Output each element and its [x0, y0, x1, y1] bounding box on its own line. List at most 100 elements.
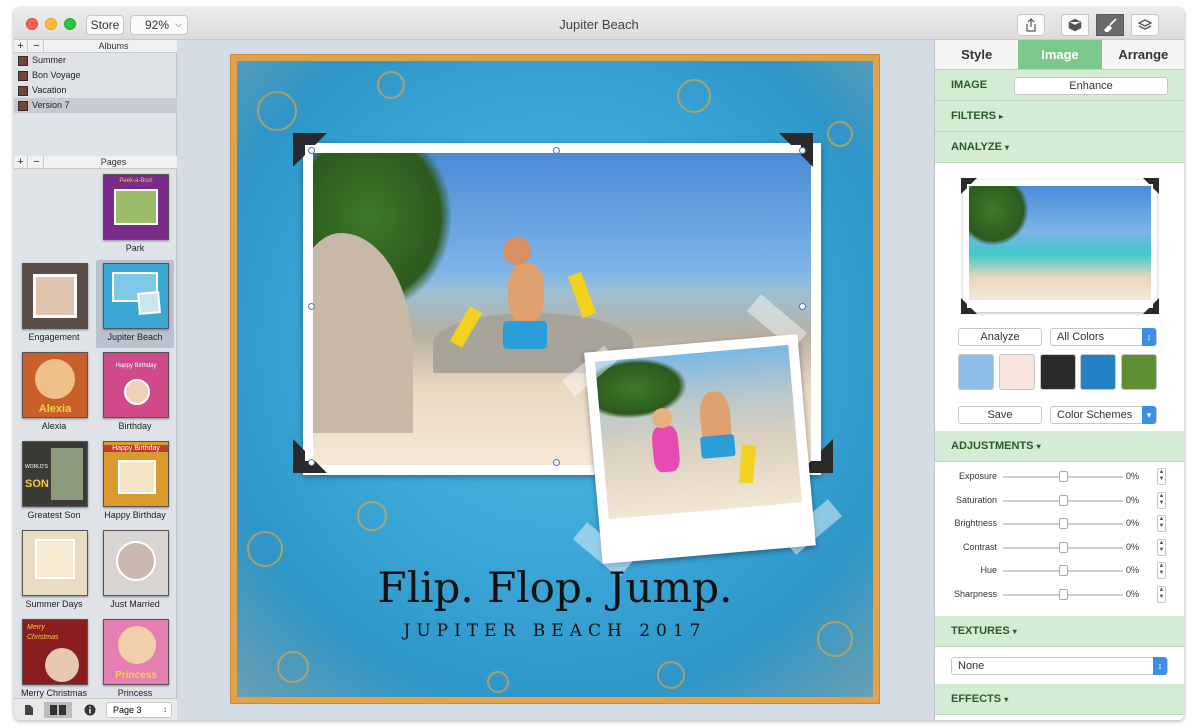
page-thumb-greatest-son[interactable]: WORLD'S SON: [22, 441, 88, 507]
filters-section[interactable]: FILTERS ▸: [935, 101, 1184, 132]
resize-handle[interactable]: [799, 303, 806, 310]
page-thumb-happy-birthday[interactable]: Happy Birthday: [103, 441, 169, 507]
store-button[interactable]: Store: [86, 15, 124, 35]
page-thumb-merry-christmas[interactable]: Merry Christmas: [22, 619, 88, 685]
slider-knob[interactable]: [1059, 495, 1068, 506]
disclosure-right-icon: ▸: [999, 112, 1004, 121]
album-item-bon-voyage[interactable]: Bon Voyage: [14, 68, 177, 83]
single-page-view-button[interactable]: [18, 702, 40, 718]
color-schemes-select[interactable]: Color Schemes ▾: [1050, 406, 1157, 424]
slider-knob[interactable]: [1059, 471, 1068, 482]
add-page-button[interactable]: +: [14, 156, 28, 168]
stepper-icon[interactable]: ▲ ▼: [1157, 468, 1166, 485]
zoom-select[interactable]: 92% ⌵: [130, 15, 188, 35]
title-bar: Store 92% ⌵ Jupiter Beach: [14, 8, 1184, 40]
adjustment-value[interactable]: 0%: [1113, 565, 1139, 575]
analyze-button[interactable]: Analyze: [958, 328, 1042, 346]
stepper-icon[interactable]: ▲ ▼: [1157, 586, 1166, 603]
textures-section[interactable]: TEXTURES ▾: [935, 616, 1184, 647]
stepper-icon[interactable]: ▲ ▼: [1157, 562, 1166, 579]
analyze-section[interactable]: ANALYZE ▾: [935, 132, 1184, 163]
adjustment-value[interactable]: 0%: [1113, 589, 1139, 599]
textures-section-label: TEXTURES: [951, 625, 1010, 637]
stepper-icon[interactable]: ▲ ▼: [1157, 515, 1166, 532]
tab-image[interactable]: Image: [1018, 40, 1102, 69]
spread-view-button[interactable]: [44, 702, 72, 718]
page-thumb-summer-days[interactable]: [22, 530, 88, 596]
page-headline[interactable]: Flip. Flop. Jump.: [237, 563, 873, 612]
resize-handle[interactable]: [553, 459, 560, 466]
resize-handle[interactable]: [308, 459, 315, 466]
page-thumb-jupiter-beach[interactable]: [103, 263, 169, 329]
zoom-window-button[interactable]: [64, 18, 76, 30]
disclosure-down-icon: ▾: [1036, 442, 1041, 451]
tab-arrange[interactable]: Arrange: [1101, 40, 1184, 69]
stepper-icon[interactable]: ▲ ▼: [1157, 539, 1166, 556]
swirl-decoration: [257, 91, 297, 131]
page-subheadline[interactable]: JUPITER BEACH 2017: [237, 621, 873, 641]
color-swatch-1[interactable]: [958, 354, 994, 390]
spread-icon: [50, 705, 66, 715]
color-swatch-2[interactable]: [999, 354, 1035, 390]
swirl-decoration: [827, 121, 853, 147]
page-selector[interactable]: Page 3 ↕: [106, 702, 172, 718]
texture-select[interactable]: None ↕: [951, 657, 1168, 675]
son-top-text: WORLD'S: [25, 464, 48, 470]
slider-knob[interactable]: [1059, 518, 1068, 529]
slider-knob[interactable]: [1059, 589, 1068, 600]
share-button[interactable]: [1017, 14, 1045, 36]
color-swatch-3[interactable]: [1040, 354, 1076, 390]
add-album-button[interactable]: +: [14, 40, 28, 52]
info-icon: [84, 704, 96, 716]
park-thumb-text: Peek-a-Boo!: [119, 178, 153, 184]
slider-knob[interactable]: [1059, 565, 1068, 576]
adjustment-row-exposure: Exposure 0% ▲ ▼: [935, 466, 1184, 490]
scrapbook-page[interactable]: Flip. Flop. Jump. JUPITER BEACH 2017: [231, 55, 879, 703]
adjustment-value[interactable]: 0%: [1113, 542, 1139, 552]
sidebar-bottom-bar: Page 3 ↕: [14, 698, 177, 720]
color-swatch-4[interactable]: [1080, 354, 1116, 390]
album-item-version-7[interactable]: Version 7: [14, 98, 177, 113]
page-thumb-engagement[interactable]: [22, 263, 88, 329]
stepper-icon[interactable]: ▲ ▼: [1157, 492, 1166, 509]
format-button[interactable]: [1096, 14, 1124, 36]
page-thumb-park[interactable]: Peek-a-Boo!: [103, 174, 169, 240]
adjustments-section[interactable]: ADJUSTMENTS ▾: [935, 431, 1184, 462]
page-label: Summer Days: [25, 599, 83, 609]
album-label: Summer: [32, 55, 67, 65]
resize-handle[interactable]: [799, 147, 806, 154]
adjustment-value[interactable]: 0%: [1113, 495, 1139, 505]
page-thumb-princess[interactable]: Princess: [103, 619, 169, 685]
adjustment-value[interactable]: 0%: [1113, 518, 1139, 528]
page-label: Engagement: [28, 332, 80, 342]
save-button[interactable]: Save: [958, 406, 1042, 424]
adjustment-label: Brightness: [954, 518, 997, 528]
secondary-photo-frame[interactable]: [584, 334, 816, 564]
preview-corner: [1143, 178, 1159, 194]
info-button[interactable]: [80, 702, 100, 718]
page-thumb-just-married[interactable]: [103, 530, 169, 596]
enhance-button[interactable]: Enhance: [1014, 77, 1168, 95]
layers-button[interactable]: [1131, 14, 1159, 36]
resize-handle[interactable]: [308, 147, 315, 154]
page-thumb-birthday[interactable]: Happy Birthday: [103, 352, 169, 418]
order-button[interactable]: [1061, 14, 1089, 36]
page-label: Just Married: [110, 599, 160, 609]
minimize-window-button[interactable]: [45, 18, 57, 30]
remove-album-button[interactable]: −: [30, 40, 44, 52]
remove-page-button[interactable]: −: [30, 156, 44, 168]
slider-knob[interactable]: [1059, 542, 1068, 553]
color-swatch-5[interactable]: [1121, 354, 1157, 390]
princess-thumb-text: Princess: [115, 670, 157, 681]
resize-handle[interactable]: [308, 303, 315, 310]
album-item-summer[interactable]: Summer: [14, 53, 177, 68]
resize-handle[interactable]: [553, 147, 560, 154]
adjustment-value[interactable]: 0%: [1113, 471, 1139, 481]
album-item-vacation[interactable]: Vacation: [14, 83, 177, 98]
page-thumb-alexia[interactable]: Alexia: [22, 352, 88, 418]
colors-select[interactable]: All Colors ↕: [1050, 328, 1157, 346]
adjustment-row-saturation: Saturation 0% ▲ ▼: [935, 490, 1184, 514]
effects-section[interactable]: EFFECTS ▾: [935, 684, 1184, 715]
tab-style[interactable]: Style: [935, 40, 1019, 69]
close-window-button[interactable]: [26, 18, 38, 30]
